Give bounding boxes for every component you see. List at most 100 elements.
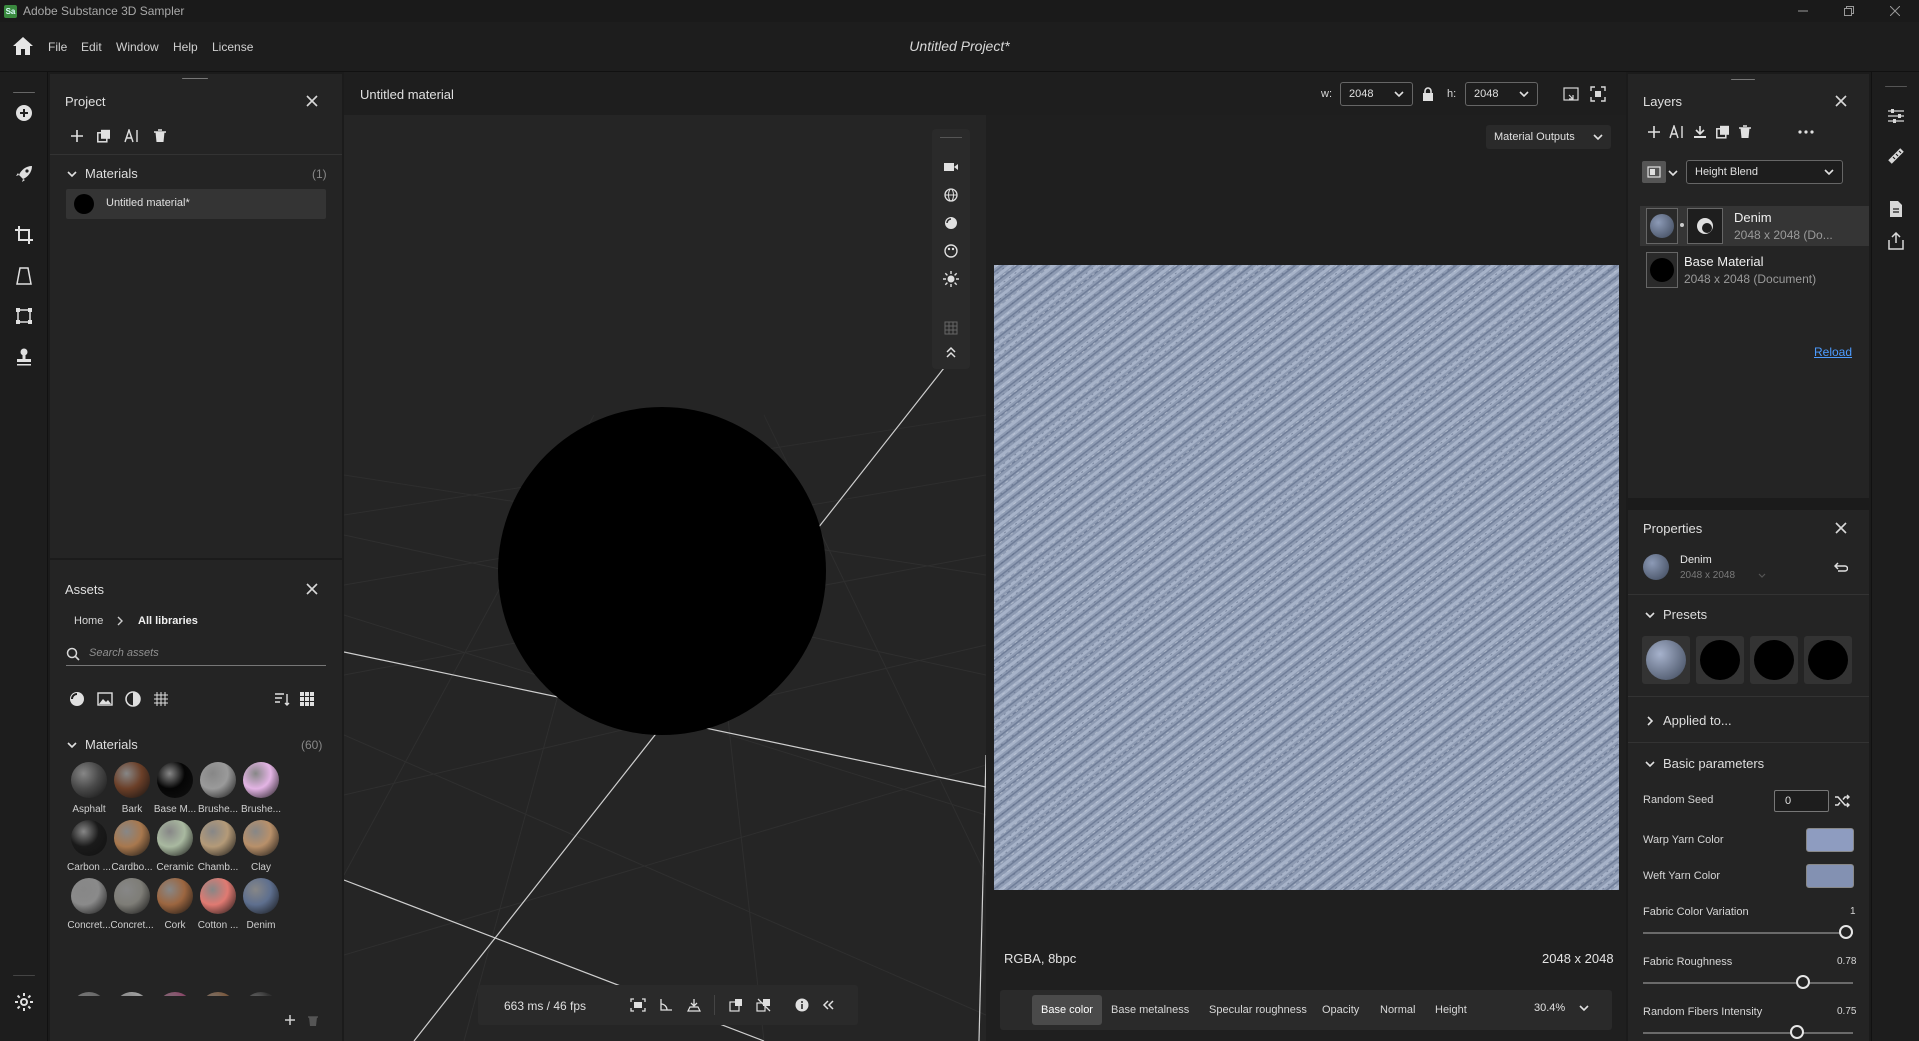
transform-tool[interactable] <box>12 304 36 328</box>
duplicate-layer-button[interactable] <box>1713 122 1733 142</box>
reset-properties-button[interactable] <box>1831 558 1851 578</box>
filter-patterns-button[interactable] <box>151 689 171 709</box>
random-seed-input[interactable]: 0 <box>1774 790 1829 812</box>
zoom-dropdown[interactable]: 30.4% <box>1534 1002 1589 1014</box>
width-dropdown[interactable]: 2048 <box>1340 82 1413 106</box>
stamp-tool[interactable] <box>12 345 36 369</box>
panel-grip[interactable] <box>1731 79 1755 80</box>
delete-layer-button[interactable] <box>1735 122 1755 142</box>
duplicate-material-button[interactable] <box>94 126 114 146</box>
size-chevron[interactable] <box>1758 572 1766 580</box>
channel-tab[interactable]: Normal <box>1371 995 1424 1025</box>
layer-row-denim[interactable]: Denim 2048 x 2048 (Do... <box>1640 206 1869 246</box>
breadcrumb-home[interactable]: Home <box>74 615 103 627</box>
lighting-button[interactable] <box>941 269 961 289</box>
height-dropdown[interactable]: 2048 <box>1465 82 1538 106</box>
close-layers-panel-button[interactable] <box>1832 92 1850 110</box>
channel-tab[interactable]: Base metalness <box>1102 995 1198 1025</box>
weft-yarn-color-swatch[interactable] <box>1806 864 1854 888</box>
asset-item[interactable]: Denim <box>236 876 286 948</box>
fabric-color-variation-knob[interactable] <box>1839 925 1853 939</box>
environment-button[interactable] <box>941 185 961 205</box>
close-assets-panel-button[interactable] <box>303 580 321 598</box>
viewport-2d[interactable]: Material Outputs RGBA, 8bpc 2048 x 2048 … <box>986 115 1626 1041</box>
grid-toggle-button[interactable] <box>941 318 961 338</box>
shading-button[interactable] <box>941 213 961 233</box>
mask-dropdown-chevron[interactable] <box>1668 168 1678 178</box>
preset-3[interactable] <box>1750 636 1798 684</box>
panel-grip[interactable] <box>182 78 208 79</box>
material-outputs-dropdown[interactable]: Material Outputs <box>1486 125 1611 149</box>
filter-images-button[interactable] <box>95 689 115 709</box>
collapse-bar-button[interactable] <box>818 995 838 1015</box>
close-window-button[interactable] <box>1872 0 1918 22</box>
sort-button[interactable] <box>272 689 292 709</box>
channel-tab[interactable]: Specular roughness <box>1200 995 1316 1025</box>
fabric-roughness-track[interactable] <box>1643 982 1853 984</box>
measure-toggle[interactable] <box>1884 144 1908 168</box>
add-asset-button[interactable] <box>280 1010 300 1030</box>
home-button[interactable] <box>12 36 34 56</box>
asset-thumbnail[interactable] <box>71 992 107 996</box>
split-view-button[interactable] <box>1561 84 1581 104</box>
layers-more-button[interactable] <box>1796 122 1816 142</box>
toggle-overlay-button[interactable] <box>754 995 774 1015</box>
viewport-3d[interactable]: 663 ms / 46 fps <box>344 115 986 1041</box>
material-list-item[interactable]: Untitled material* <box>66 189 326 219</box>
fullscreen-button[interactable] <box>1588 84 1608 104</box>
export-tool[interactable] <box>12 162 36 186</box>
ground-button[interactable] <box>684 995 704 1015</box>
menu-window[interactable]: Window <box>116 40 159 54</box>
minimize-button[interactable] <box>1780 0 1826 22</box>
filter-filters-button[interactable] <box>123 689 143 709</box>
layer-row-base-material[interactable]: Base Material 2048 x 2048 (Document) <box>1640 248 1869 292</box>
menu-help[interactable]: Help <box>173 40 198 54</box>
reload-link[interactable]: Reload <box>1814 345 1852 359</box>
breadcrumb-current[interactable]: All libraries <box>138 615 198 627</box>
materials-section-header[interactable]: Materials <box>67 166 138 181</box>
search-assets-field[interactable]: Search assets <box>66 642 326 666</box>
angle-tool-button[interactable] <box>656 995 676 1015</box>
close-properties-panel-button[interactable] <box>1832 519 1850 537</box>
presets-section-header[interactable]: Presets <box>1645 607 1707 622</box>
channel-tab[interactable]: Opacity <box>1313 995 1368 1025</box>
asset-thumbnail[interactable] <box>114 992 150 996</box>
asset-thumbnail[interactable] <box>243 992 279 996</box>
menu-license[interactable]: License <box>212 40 253 54</box>
delete-asset-button[interactable] <box>303 1010 323 1030</box>
warp-yarn-color-swatch[interactable] <box>1806 828 1854 852</box>
rename-material-button[interactable] <box>122 126 142 146</box>
random-fibers-intensity-track[interactable] <box>1643 1032 1853 1034</box>
random-fibers-intensity-knob[interactable] <box>1790 1025 1804 1039</box>
delete-material-button[interactable] <box>150 126 170 146</box>
frame-button[interactable] <box>628 995 648 1015</box>
perspective-tool[interactable] <box>12 264 36 288</box>
restore-button[interactable] <box>1826 0 1872 22</box>
layer-mask-toggle[interactable] <box>1642 161 1666 183</box>
merge-layer-button[interactable] <box>1690 122 1710 142</box>
applied-to-header[interactable]: Applied to... <box>1645 713 1732 728</box>
basic-parameters-header[interactable]: Basic parameters <box>1645 756 1764 771</box>
randomize-seed-button[interactable] <box>1832 791 1852 811</box>
add-layer-button[interactable] <box>1644 122 1664 142</box>
asset-thumbnail[interactable] <box>157 992 193 996</box>
menu-edit[interactable]: Edit <box>81 40 102 54</box>
camera-button[interactable] <box>941 157 961 177</box>
preset-4[interactable] <box>1804 636 1852 684</box>
info-button[interactable] <box>792 995 812 1015</box>
rename-layer-button[interactable] <box>1667 122 1687 142</box>
properties-toggle[interactable] <box>1884 104 1908 128</box>
lock-aspect-button[interactable] <box>1418 84 1438 104</box>
assets-materials-header[interactable]: Materials <box>67 737 138 752</box>
add-tool[interactable] <box>12 101 36 125</box>
channel-tab[interactable]: Height <box>1426 995 1476 1025</box>
document-toggle[interactable] <box>1884 197 1908 221</box>
asset-thumbnail[interactable] <box>200 992 236 996</box>
collapse-toolbar-button[interactable] <box>941 342 961 362</box>
blend-mode-dropdown[interactable]: Height Blend <box>1686 160 1843 184</box>
filter-materials-button[interactable] <box>67 689 87 709</box>
fabric-roughness-knob[interactable] <box>1796 975 1810 989</box>
menu-file[interactable]: File <box>48 40 67 54</box>
material-preview-button[interactable] <box>941 241 961 261</box>
preset-1[interactable] <box>1642 636 1690 684</box>
